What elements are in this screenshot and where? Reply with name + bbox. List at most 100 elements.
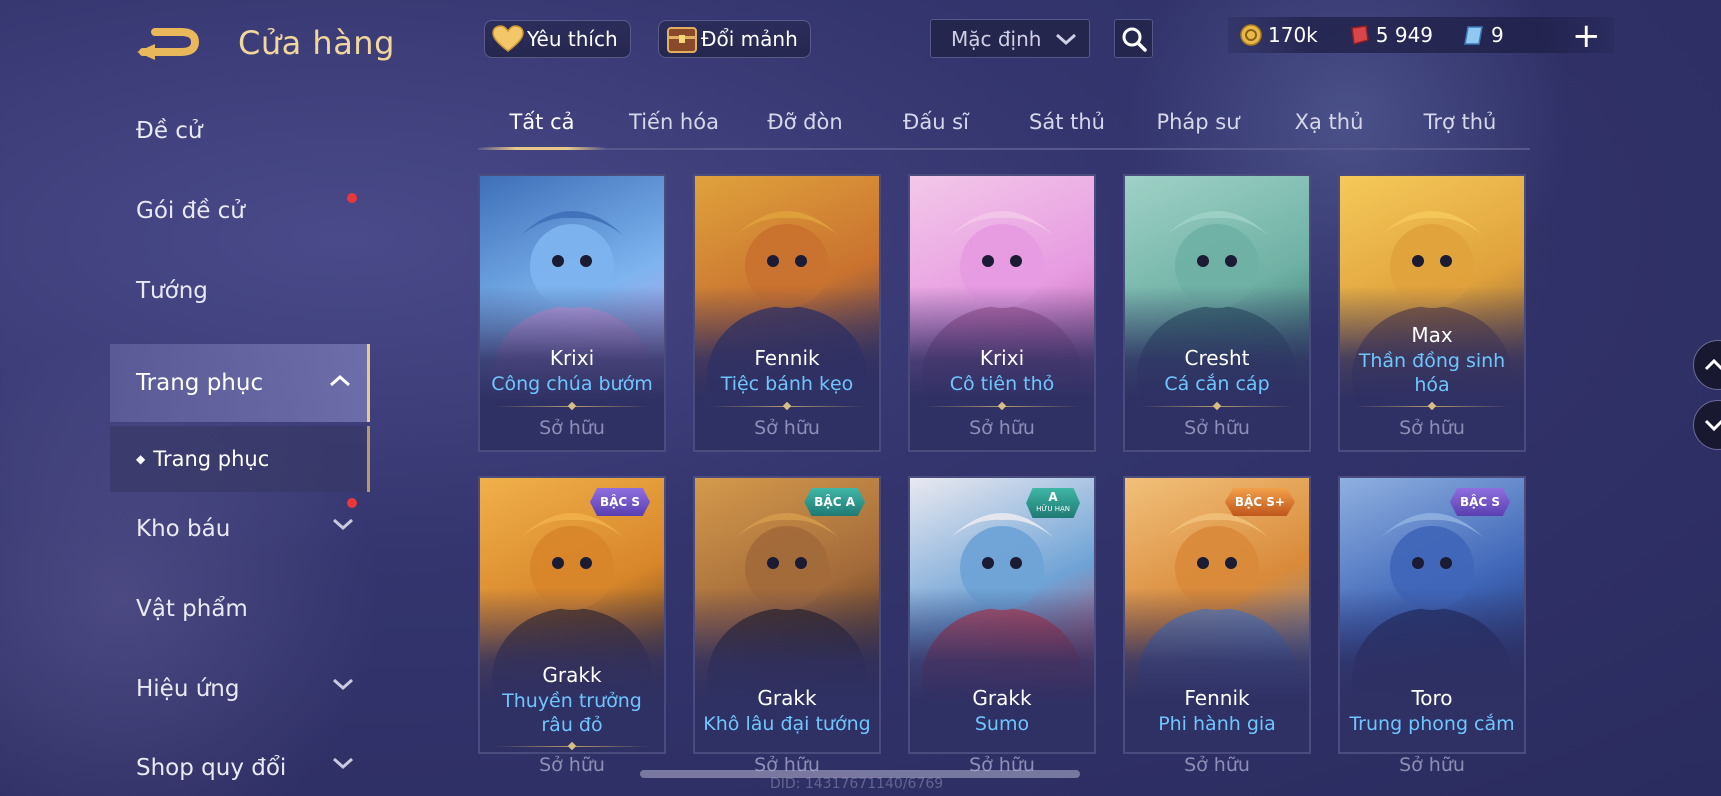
- tab-assassin[interactable]: Sát thủ: [1003, 110, 1131, 134]
- skin-card[interactable]: Krixi Công chúa bướm Sở hữu: [478, 174, 666, 452]
- sidebar-item-exchange-shop[interactable]: Shop quy đổi: [110, 732, 370, 796]
- sidebar-item-skins[interactable]: Trang phục: [110, 344, 370, 422]
- tier-badge: BẬC S+: [1224, 488, 1295, 516]
- tab-label: Pháp sư: [1156, 110, 1240, 134]
- sidebar-item-label: Đề cử: [136, 118, 203, 144]
- scroll-down-button[interactable]: [1693, 400, 1721, 450]
- tier-badge: A HỮU HẠN: [1026, 488, 1080, 518]
- sidebar-item-label: Hiệu ứng: [136, 676, 240, 702]
- device-id: DID: 14317671140/6769: [770, 776, 944, 792]
- skin-card[interactable]: Cresht Cá cắn cáp Sở hữu: [1123, 174, 1311, 452]
- tab-evolution[interactable]: Tiến hóa: [610, 110, 738, 134]
- tab-mage[interactable]: Pháp sư: [1134, 110, 1262, 134]
- sidebar-item-label: Gói đề cử: [136, 198, 245, 224]
- skin-name: Trung phong cắm: [1349, 713, 1515, 735]
- exchange-fragments-button[interactable]: Đổi mảnh: [658, 20, 811, 58]
- card-divider: [709, 401, 865, 411]
- owned-status: Sở hữu: [1184, 754, 1250, 776]
- skin-name: Tiệc bánh kẹo: [720, 373, 854, 395]
- skin-name: Công chúa bướm: [491, 373, 653, 395]
- skin-name: Thần đồng sinh hóa: [1358, 350, 1506, 396]
- hero-name: Fennik: [1184, 686, 1250, 710]
- sort-value: Mặc định: [951, 26, 1042, 51]
- owned-status: Sở hữu: [1399, 417, 1465, 439]
- skin-card[interactable]: Fennik Tiệc bánh kẹo Sở hữu: [693, 174, 881, 452]
- tab-all[interactable]: Tất cả: [478, 110, 606, 134]
- skin-card[interactable]: BẬC S+ Fennik Phi hành gia: [1123, 476, 1311, 754]
- tab-support[interactable]: Trợ thủ: [1396, 110, 1524, 134]
- active-tab-indicator: [478, 147, 606, 150]
- notification-dot: [347, 193, 357, 203]
- skin-card[interactable]: BẬC S Grakk Thuyền trưởng râu đỏ: [478, 476, 666, 754]
- chevron-down-icon: [333, 678, 353, 691]
- skin-card[interactable]: A HỮU HẠN Grakk Sumo: [908, 476, 1096, 754]
- gold-amount: 170k: [1268, 23, 1318, 47]
- chevron-up-icon: [330, 374, 350, 387]
- skin-card[interactable]: Krixi Cô tiên thỏ Sở hữu: [908, 174, 1096, 452]
- tab-marksman[interactable]: Xạ thủ: [1265, 110, 1393, 134]
- skin-name: Cá cắn cáp: [1164, 373, 1270, 395]
- owned-status: Sở hữu: [754, 417, 820, 439]
- exchange-label: Đổi mảnh: [701, 27, 798, 51]
- hero-name: Fennik: [754, 346, 820, 370]
- hero-name: Max: [1411, 323, 1453, 347]
- tier-badge: BẬC S: [589, 488, 650, 516]
- search-button[interactable]: [1114, 19, 1153, 58]
- hero-name: Grakk: [542, 663, 602, 687]
- tab-tank[interactable]: Đỡ đòn: [741, 110, 869, 134]
- blue-card-icon: [1464, 26, 1483, 45]
- skin-name: Cô tiên thỏ: [949, 373, 1055, 395]
- tier-badge: BẬC A: [804, 488, 865, 516]
- heart-icon: [492, 25, 524, 52]
- card-divider: [924, 401, 1080, 411]
- tab-label: Tiến hóa: [629, 110, 719, 134]
- skin-name: Thuyền trưởng râu đỏ: [502, 690, 642, 736]
- sidebar-item-treasure[interactable]: Kho báu: [110, 493, 370, 565]
- tier-badge-sublabel: HỮU HẠN: [1036, 505, 1070, 513]
- chevron-down-icon: [1056, 33, 1076, 45]
- sort-dropdown[interactable]: Mặc định: [930, 19, 1090, 58]
- sidebar-subitem-label: Trang phục: [153, 447, 270, 471]
- tab-label: Đỡ đòn: [767, 110, 843, 134]
- back-arrow-icon[interactable]: [135, 22, 207, 62]
- card-divider: [1139, 401, 1295, 411]
- gold-coin-icon: [1240, 24, 1262, 46]
- category-tabs: Tất cả Tiến hóa Đỡ đòn Đấu sĩ Sát thủ Ph…: [478, 100, 1530, 150]
- chevron-down-icon: [1704, 419, 1721, 432]
- tab-label: Xạ thủ: [1294, 110, 1364, 134]
- sidebar-item-recommended[interactable]: Đề cử: [110, 95, 370, 167]
- sidebar-item-effects[interactable]: Hiệu ứng: [110, 653, 370, 725]
- add-currency-button[interactable]: +: [1572, 19, 1601, 53]
- owned-status: Sở hữu: [539, 754, 605, 776]
- scroll-up-button[interactable]: [1693, 340, 1721, 390]
- skin-card[interactable]: BẬC A Grakk Khô lâu đại tướng: [693, 476, 881, 754]
- skin-name: Phi hành gia: [1158, 713, 1276, 735]
- gem-currency: 9: [1463, 23, 1504, 47]
- skin-card[interactable]: BẬC S Toro Trung phong cắm: [1338, 476, 1526, 754]
- sidebar-item-label: Kho báu: [136, 516, 231, 542]
- chevron-down-icon: [333, 518, 353, 531]
- sidebar-subitem-skins[interactable]: ◆ Trang phục: [110, 426, 370, 492]
- sidebar-item-label: Shop quy đổi: [136, 755, 287, 781]
- favorite-label: Yêu thích: [527, 27, 618, 51]
- tab-label: Đấu sĩ: [903, 110, 969, 134]
- treasure-chest-icon: [667, 27, 697, 53]
- search-icon: [1122, 27, 1147, 52]
- sidebar-item-items[interactable]: Vật phẩm: [110, 573, 370, 645]
- sidebar-item-heroes[interactable]: Tướng: [110, 255, 370, 327]
- hero-name: Krixi: [549, 346, 595, 370]
- hero-name: Grakk: [757, 686, 817, 710]
- favorite-button[interactable]: Yêu thích: [484, 20, 631, 58]
- card-divider: [494, 741, 650, 751]
- sidebar-item-label: Tướng: [136, 278, 208, 304]
- tier-badge-label: A: [1048, 490, 1058, 504]
- skin-card[interactable]: Max Thần đồng sinh hóa Sở hữu: [1338, 174, 1526, 452]
- page-title: Cửa hàng: [238, 24, 395, 62]
- skin-name: Khô lâu đại tướng: [703, 713, 871, 735]
- red-voucher-icon: [1350, 25, 1369, 45]
- sidebar-item-recommended-bundles[interactable]: Gói đề cử: [110, 175, 370, 247]
- owned-status: Sở hữu: [969, 417, 1035, 439]
- owned-status: Sở hữu: [539, 417, 605, 439]
- hero-name: Toro: [1411, 686, 1453, 710]
- tab-fighter[interactable]: Đấu sĩ: [872, 110, 1000, 134]
